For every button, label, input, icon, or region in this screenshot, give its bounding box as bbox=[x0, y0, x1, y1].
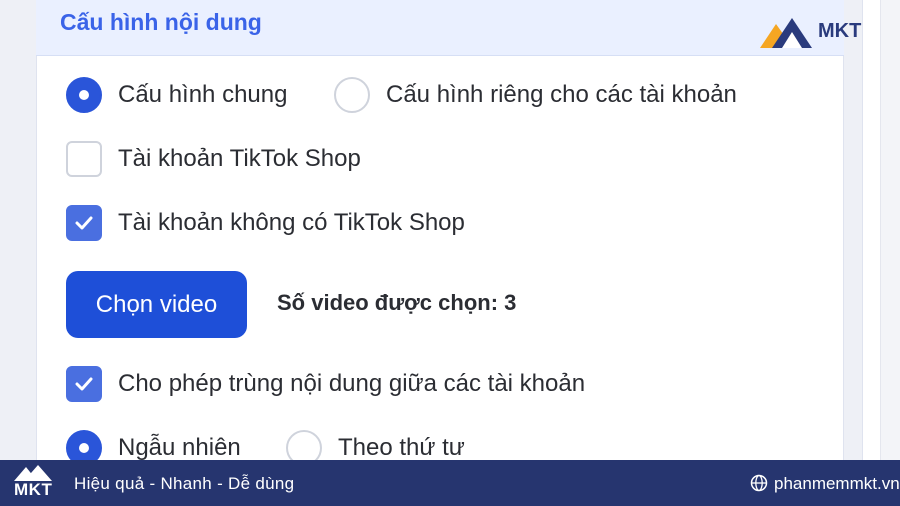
choose-video-button[interactable]: Chọn video bbox=[66, 271, 247, 338]
selected-video-count: Số video được chọn: 3 bbox=[277, 290, 517, 315]
radio-label-per-account: Cấu hình riêng cho các tài khoản bbox=[386, 81, 737, 108]
radio-label-random: Ngẫu nhiên bbox=[118, 434, 241, 461]
mountain-logo-icon bbox=[760, 18, 812, 48]
radio-per-account-config[interactable]: Cấu hình riêng cho các tài khoản bbox=[334, 77, 737, 113]
panel-title: Cấu hình nội dung bbox=[60, 9, 262, 35]
scrollbar-track[interactable] bbox=[880, 0, 900, 470]
checkmark-icon bbox=[75, 377, 93, 391]
radio-label-general: Cấu hình chung bbox=[118, 81, 288, 108]
checkbox-allow-duplicate[interactable]: Cho phép trùng nội dung giữa các tài kho… bbox=[66, 366, 585, 402]
checkbox-label-allow-duplicate: Cho phép trùng nội dung giữa các tài kho… bbox=[118, 370, 586, 397]
checkbox-checked[interactable] bbox=[66, 366, 102, 402]
checkbox-no-tiktok-shop[interactable]: Tài khoản không có TikTok Shop bbox=[66, 205, 465, 241]
website-link[interactable]: phanmemmkt.vn bbox=[774, 474, 900, 494]
footer-logo-text: MKT bbox=[14, 480, 53, 499]
radio-label-sequential: Theo thứ tư bbox=[338, 434, 465, 461]
checkmark-icon bbox=[75, 216, 93, 230]
corner-logo-text: MKT bbox=[818, 20, 862, 42]
checkbox-label-tiktok-shop: Tài khoản TikTok Shop bbox=[118, 145, 361, 172]
checkbox-checked[interactable] bbox=[66, 205, 102, 241]
radio-button-selected[interactable] bbox=[66, 77, 102, 113]
radio-general-config[interactable]: Cấu hình chung bbox=[66, 77, 287, 113]
radio-button[interactable] bbox=[334, 77, 370, 113]
side-panel-edge bbox=[862, 0, 880, 470]
checkbox-tiktok-shop[interactable]: Tài khoản TikTok Shop bbox=[66, 141, 361, 177]
brand-tagline: Hiệu quả - Nhanh - Dễ dùng bbox=[74, 474, 295, 493]
mkt-logo bbox=[758, 14, 818, 55]
globe-icon bbox=[750, 474, 768, 492]
checkbox-unchecked[interactable] bbox=[66, 141, 102, 177]
checkbox-label-no-tiktok-shop: Tài khoản không có TikTok Shop bbox=[118, 209, 465, 236]
